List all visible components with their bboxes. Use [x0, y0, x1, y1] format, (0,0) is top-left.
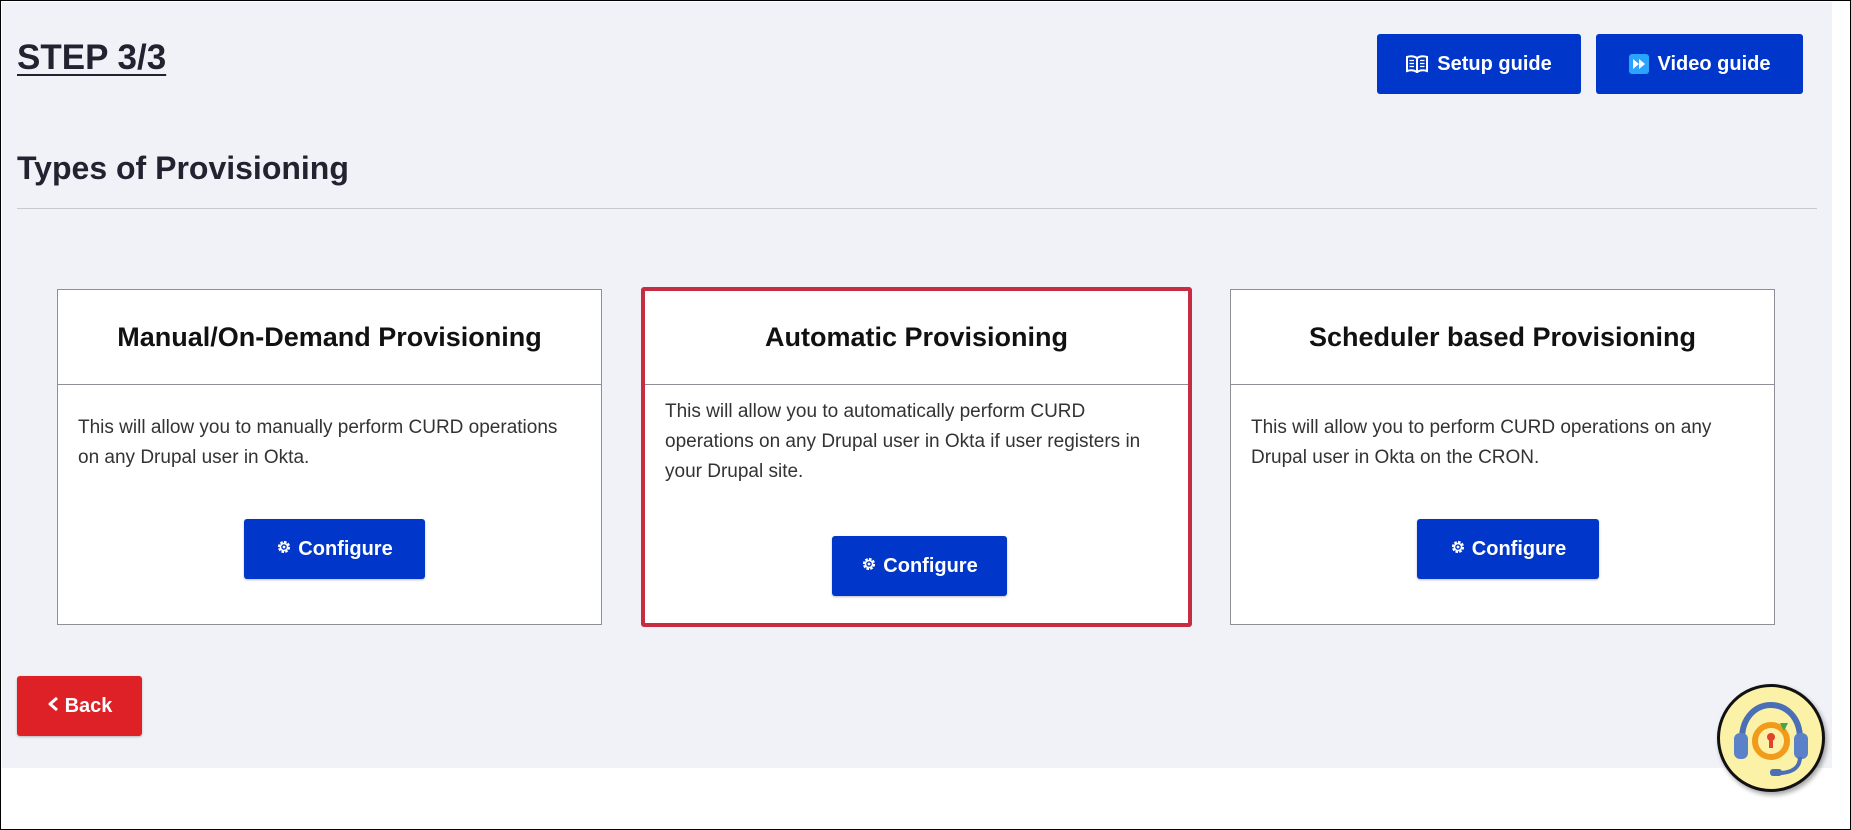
provisioning-panel: STEP 3/3 Setup guide Video guide Types o…: [2, 2, 1832, 768]
configure-label: Configure: [883, 554, 978, 577]
card-title: Manual/On-Demand Provisioning: [58, 290, 601, 385]
gear-icon: [1450, 538, 1466, 561]
back-label: Back: [64, 694, 113, 717]
fast-forward-icon: [1628, 54, 1649, 74]
card-manual-provisioning: Manual/On-Demand Provisioning This will …: [57, 289, 602, 625]
book-open-icon: [1406, 55, 1429, 73]
section-divider: [17, 208, 1817, 209]
card-description: This will allow you to manually perform …: [78, 417, 558, 468]
card-description: This will allow you to perform CURD oper…: [1251, 417, 1712, 468]
section-title: Types of Provisioning: [17, 150, 349, 186]
video-guide-button[interactable]: Video guide: [1596, 34, 1803, 94]
card-title: Automatic Provisioning: [645, 291, 1188, 385]
card-scheduler-provisioning: Scheduler based Provisioning This will a…: [1230, 289, 1775, 625]
configure-label: Configure: [1471, 537, 1567, 560]
setup-guide-button[interactable]: Setup guide: [1377, 34, 1581, 94]
card-automatic-provisioning: Automatic Provisioning This will allow y…: [641, 287, 1192, 627]
chevron-left-icon: [47, 695, 59, 718]
support-button[interactable]: [1717, 684, 1825, 792]
setup-guide-label: Setup guide: [1437, 52, 1552, 75]
gear-icon: [861, 555, 877, 578]
configure-manual-button[interactable]: Configure: [244, 519, 425, 579]
video-guide-label: Video guide: [1657, 52, 1771, 75]
page-frame: STEP 3/3 Setup guide Video guide Types o…: [0, 0, 1851, 830]
card-description: This will allow you to automatically per…: [665, 401, 1141, 482]
gear-icon: [276, 538, 292, 561]
configure-scheduler-button[interactable]: Configure: [1417, 519, 1599, 579]
configure-automatic-button[interactable]: Configure: [832, 536, 1007, 596]
configure-label: Configure: [298, 537, 393, 560]
step-indicator: STEP 3/3: [17, 38, 167, 77]
back-button[interactable]: Back: [17, 676, 142, 736]
card-title: Scheduler based Provisioning: [1231, 290, 1774, 385]
